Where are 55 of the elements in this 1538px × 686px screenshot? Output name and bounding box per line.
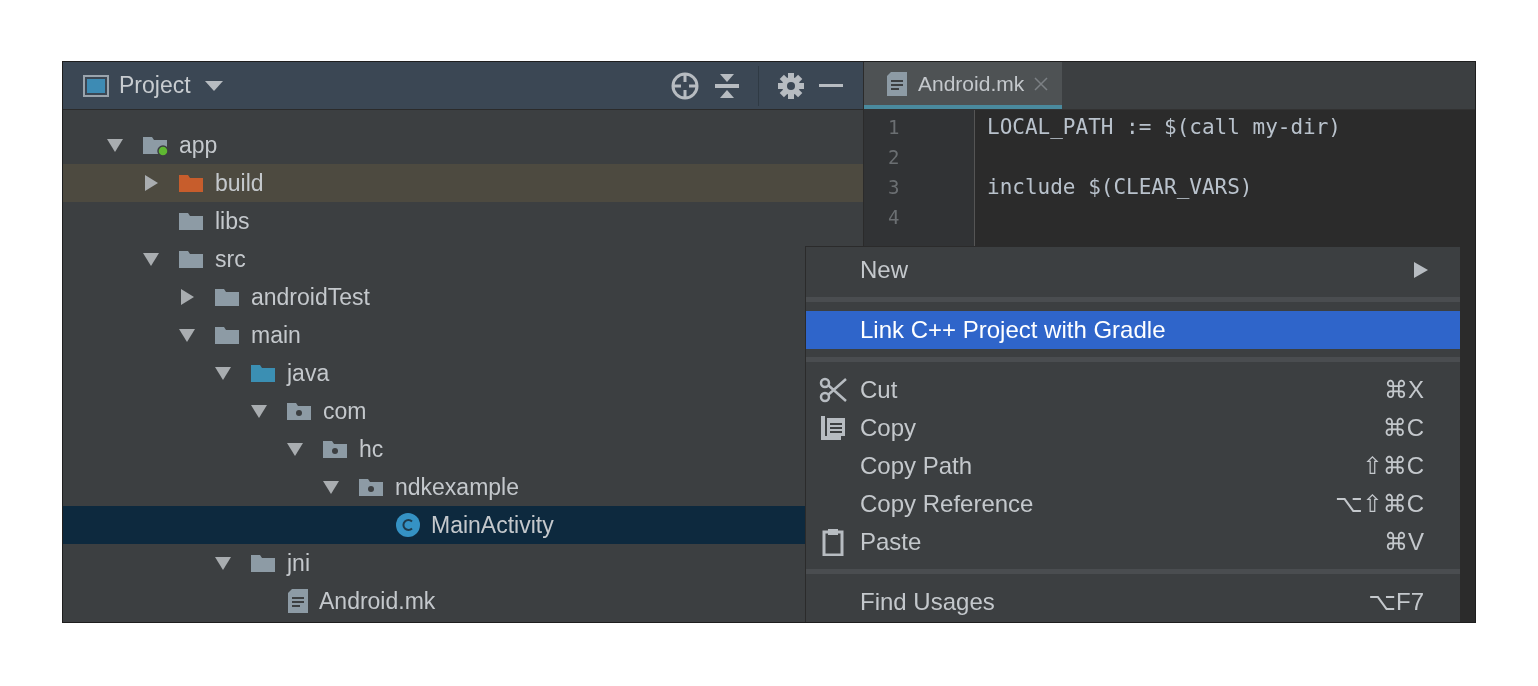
folder-icon — [179, 248, 205, 270]
window-icon — [83, 74, 109, 97]
folder-icon — [215, 286, 241, 308]
shortcut-label: ⌥⇧⌘C — [1334, 490, 1424, 518]
menu-item[interactable]: Link C++ Project with Gradle — [806, 311, 1460, 349]
copy-icon — [820, 415, 846, 441]
clipboard-icon — [822, 528, 844, 556]
shortcut-label: ⌘X — [1384, 376, 1424, 404]
scissors-icon — [819, 377, 847, 403]
line-number: 1 — [887, 115, 901, 140]
submenu-arrow-icon — [1414, 262, 1428, 278]
tree-row[interactable]: libs — [63, 202, 863, 240]
tree-row[interactable]: app — [63, 126, 863, 164]
shortcut-label: ⌘V — [1384, 528, 1424, 556]
menu-item[interactable]: Copy Path ⇧⌘C — [806, 447, 1460, 485]
package-icon — [323, 438, 349, 460]
folder-icon — [251, 362, 277, 384]
expanded-arrow-icon[interactable] — [143, 251, 159, 267]
code-line: LOCAL_PATH := $(call my-dir) — [987, 114, 1341, 141]
line-number: 3 — [887, 175, 901, 200]
dropdown-caret-icon[interactable] — [204, 80, 223, 91]
expanded-arrow-icon[interactable] — [215, 555, 231, 571]
shortcut-label: ⌥F7 — [1368, 588, 1424, 616]
expanded-arrow-icon[interactable] — [215, 365, 231, 381]
editor-tab[interactable]: Android.mk — [864, 62, 1063, 109]
package-icon — [287, 400, 313, 422]
expanded-arrow-icon[interactable] — [107, 137, 123, 153]
folder-icon — [251, 552, 277, 574]
expanded-arrow-icon[interactable] — [179, 327, 195, 343]
collapsed-arrow-icon[interactable] — [179, 289, 195, 305]
shortcut-label: ⌘C — [1382, 414, 1424, 442]
menu-item[interactable]: Copy ⌘C — [806, 409, 1460, 447]
collapsed-arrow-icon[interactable] — [143, 175, 159, 191]
line-number: 2 — [887, 145, 901, 170]
expanded-arrow-icon[interactable] — [323, 479, 339, 495]
menu-item[interactable]: Cut ⌘X — [806, 371, 1460, 409]
expanded-arrow-icon[interactable] — [287, 441, 303, 457]
minimize-icon[interactable] — [819, 83, 843, 88]
code-line: include $(CLEAR_VARS) — [987, 174, 1254, 201]
file-icon — [287, 588, 309, 614]
folder-icon — [179, 210, 205, 232]
expanded-arrow-icon[interactable] — [251, 403, 267, 419]
folder-icon — [215, 324, 241, 346]
collapse-all-icon[interactable] — [714, 71, 740, 100]
tree-row[interactable]: build — [63, 164, 863, 202]
crosshair-icon[interactable] — [670, 70, 700, 101]
folder-icon — [179, 172, 205, 194]
package-icon — [359, 476, 385, 498]
file-icon — [886, 70, 908, 97]
class-icon — [395, 512, 421, 538]
panel-title[interactable]: Project — [119, 72, 191, 99]
settings-icon[interactable] — [777, 71, 805, 100]
line-number: 4 — [887, 205, 901, 230]
module-folder-icon — [143, 134, 169, 156]
shortcut-label: ⇧⌘C — [1362, 452, 1424, 480]
